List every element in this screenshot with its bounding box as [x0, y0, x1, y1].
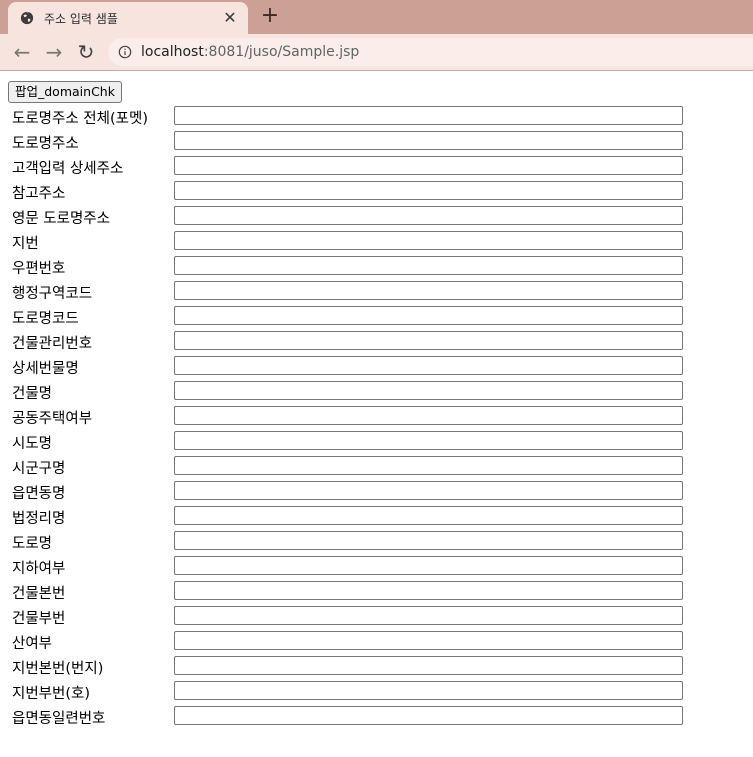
reload-icon[interactable]: ↻ [74, 40, 98, 64]
field-label: 상세번물명 [12, 361, 79, 377]
new-tab-button[interactable]: + [258, 5, 282, 29]
field-input[interactable] [174, 631, 683, 650]
field-input[interactable] [174, 331, 683, 350]
field-label: 건물명 [12, 386, 53, 402]
browser-tab[interactable]: 주소 입력 샘플 ✕ [8, 2, 248, 34]
field-input[interactable] [174, 481, 683, 500]
back-arrow-icon[interactable]: ← [10, 40, 34, 64]
url-path: :8081/juso/Sample.jsp [203, 44, 360, 60]
field-input[interactable] [174, 531, 683, 550]
field-input[interactable] [174, 181, 683, 200]
field-label: 영문 도로명주소 [12, 211, 110, 227]
field-label: 도로명 [12, 536, 53, 552]
field-input[interactable] [174, 281, 683, 300]
field-label: 우편번호 [12, 261, 66, 277]
field-input[interactable] [174, 431, 683, 450]
field-input[interactable] [174, 206, 683, 225]
field-input[interactable] [174, 681, 683, 700]
field-label: 고객입력 상세주소 [12, 161, 124, 177]
field-label: 지번부번(호) [12, 686, 91, 702]
field-label: 지번 [12, 236, 39, 252]
field-input[interactable] [174, 506, 683, 525]
field-input[interactable] [174, 456, 683, 475]
tab-strip: 주소 입력 샘플 ✕ + [0, 0, 753, 34]
info-icon[interactable] [118, 45, 132, 59]
field-label: 건물부번 [12, 611, 66, 627]
field-input[interactable] [174, 156, 683, 175]
url-text: localhost:8081/juso/Sample.jsp [141, 44, 359, 60]
field-label: 건물관리번호 [12, 336, 93, 352]
field-label: 시군구명 [12, 461, 66, 477]
field-input[interactable] [174, 406, 683, 425]
field-input[interactable] [174, 581, 683, 600]
field-input[interactable] [174, 131, 683, 150]
close-tab-icon[interactable]: ✕ [220, 8, 240, 28]
field-input[interactable] [174, 706, 683, 725]
field-label: 도로명주소 [12, 136, 79, 152]
forward-arrow-icon[interactable]: → [42, 40, 66, 64]
field-input[interactable] [174, 606, 683, 625]
field-input[interactable] [174, 106, 683, 125]
field-input[interactable] [174, 381, 683, 400]
field-label: 지하여부 [12, 561, 66, 577]
field-input[interactable] [174, 231, 683, 250]
field-input[interactable] [174, 356, 683, 375]
field-label: 공동주택여부 [12, 411, 93, 427]
field-label: 산여부 [12, 636, 53, 652]
address-bar[interactable]: localhost:8081/juso/Sample.jsp [108, 38, 753, 66]
field-label: 도로명코드 [12, 311, 79, 327]
field-label: 법정리명 [12, 511, 66, 527]
field-input[interactable] [174, 556, 683, 575]
field-label: 건물본번 [12, 586, 66, 602]
url-host: localhost [141, 44, 204, 60]
page-content: 팝업_domainChk 도로명주소 전체(포멧) 도로명주소고객입력 상세주소참… [0, 71, 753, 757]
field-label: 행정구역코드 [12, 286, 93, 302]
field-label: 도로명주소 전체(포멧) [12, 111, 148, 127]
browser-toolbar: ← → ↻ localhost:8081/juso/Sample.jsp [0, 34, 753, 71]
field-label: 지번본번(번지) [12, 661, 104, 677]
field-input[interactable] [174, 256, 683, 275]
tab-title: 주소 입력 샘플 [44, 12, 118, 26]
popup-domainchk-button[interactable]: 팝업_domainChk [8, 81, 122, 103]
field-label: 시도명 [12, 436, 53, 452]
field-label: 읍면동일련번호 [12, 711, 106, 727]
field-label: 참고주소 [12, 186, 66, 202]
field-input[interactable] [174, 656, 683, 675]
field-label: 읍면동명 [12, 486, 66, 502]
globe-icon [20, 11, 34, 25]
field-input[interactable] [174, 306, 683, 325]
